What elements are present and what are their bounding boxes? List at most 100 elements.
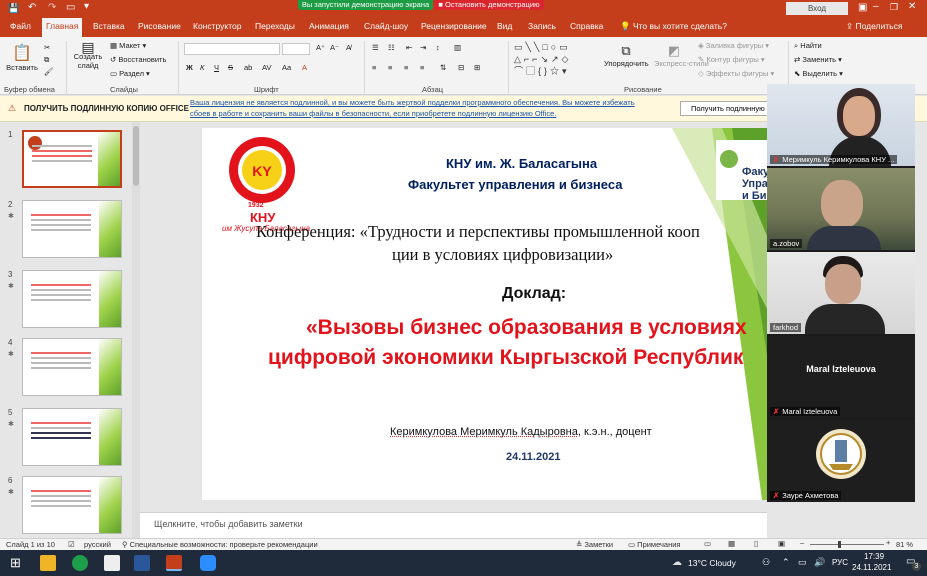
zoom-in-icon[interactable]: +	[886, 538, 890, 547]
login-button[interactable]: Вход	[786, 2, 848, 15]
tab-slideshow[interactable]: Слайд-шоу	[364, 21, 408, 31]
replace-button[interactable]: ⇄ Заменить ▾	[794, 55, 842, 64]
char-spacing-icon[interactable]: AV	[262, 63, 271, 72]
arrange-button[interactable]: ⧉ Упорядочить	[604, 43, 649, 68]
windows-start-icon[interactable]: ⊞	[10, 555, 21, 571]
sorter-view-icon[interactable]: ▦	[728, 539, 735, 548]
undo-icon[interactable]: ↶	[28, 2, 36, 13]
columns-icon[interactable]: ▥	[454, 43, 461, 52]
current-slide[interactable]: Факу Упра и Би KY 1932 КНУ им Жусупа Балас…	[202, 128, 772, 500]
justify-icon[interactable]: ≡	[420, 63, 424, 72]
file-explorer-icon[interactable]	[40, 555, 56, 571]
powerpoint-icon[interactable]	[166, 555, 182, 571]
shape-fill-button[interactable]: ◈ Заливка фигуры ▾	[698, 41, 769, 50]
present-icon[interactable]: ▭	[66, 2, 75, 13]
bullets-icon[interactable]: ☰	[372, 43, 379, 52]
ribbon-display-icon[interactable]: ▣	[858, 2, 867, 13]
clock-date[interactable]: 24.11.2021	[852, 563, 891, 572]
network-icon[interactable]: ▭	[798, 557, 807, 568]
slide-thumbnail-2[interactable]	[22, 200, 122, 258]
tab-insert[interactable]: Вставка	[93, 21, 125, 31]
slide-thumbnail-4[interactable]	[22, 338, 122, 396]
comments-toggle[interactable]: ▭ Примечания	[628, 540, 680, 549]
text-direction-icon[interactable]: ⇅	[440, 63, 446, 72]
section-button[interactable]: ▭ Раздел ▾	[110, 69, 150, 78]
weather-widget[interactable]: 13°C Cloudy	[688, 558, 736, 568]
tab-animations[interactable]: Анимация	[309, 21, 349, 31]
zoom-slider[interactable]	[810, 541, 884, 548]
paste-button[interactable]: 📋 Вставить	[6, 43, 38, 72]
license-link[interactable]: Ваша лицензия не является подлинной, и в…	[190, 98, 635, 107]
tab-help[interactable]: Справка	[570, 21, 603, 31]
minimize-icon[interactable]: –	[873, 1, 879, 12]
chrome-icon[interactable]	[72, 555, 88, 571]
slide-thumbnail-6[interactable]	[22, 476, 122, 534]
slide-thumbnail-1[interactable]	[22, 130, 122, 188]
font-size-select[interactable]	[282, 43, 310, 55]
restore-icon[interactable]: ❐	[890, 2, 898, 13]
font-color-icon[interactable]: A	[302, 63, 307, 72]
copy-icon[interactable]: ⧉	[44, 55, 49, 65]
tab-file[interactable]: Файл	[10, 21, 31, 31]
tab-draw[interactable]: Рисование	[138, 21, 181, 31]
align-center-icon[interactable]: ≡	[388, 63, 392, 72]
cut-icon[interactable]: ✂	[44, 43, 50, 52]
tray-chevron-icon[interactable]: ⌃	[782, 557, 790, 568]
tell-me-box[interactable]: 💡 Что вы хотите сделать?	[620, 21, 727, 32]
strike-button[interactable]: S	[228, 63, 233, 72]
customize-quick-access-icon[interactable]: ▾	[84, 1, 89, 12]
tab-transitions[interactable]: Переходы	[255, 21, 295, 31]
numbering-icon[interactable]: ☷	[388, 43, 395, 52]
quick-styles-button[interactable]: ◩ Экспресс-стили	[654, 43, 709, 68]
notes-pane[interactable]: Щелкните, чтобы добавить заметки	[140, 512, 767, 538]
scrollbar-thumb[interactable]	[133, 126, 139, 186]
participant-video-1[interactable]: ✗ Меримкуль Керимкулова КНУ ...	[767, 84, 915, 166]
get-genuine-button[interactable]: Получить подлинную	[680, 101, 768, 116]
decrease-indent-icon[interactable]: ⇤	[406, 43, 412, 52]
participant-video-4[interactable]: Maral Izteleuova ✗ Maral Izteleuova	[767, 336, 915, 418]
volume-icon[interactable]: 🔊	[814, 557, 825, 568]
slide-thumbnail-5[interactable]	[22, 408, 122, 466]
language-status[interactable]: русский	[84, 540, 111, 549]
normal-view-icon[interactable]: ▭	[704, 539, 711, 548]
clock-time[interactable]: 17:39	[864, 552, 884, 561]
stop-share-button[interactable]: ■ Остановить демонстрацию	[434, 0, 544, 10]
app-icon[interactable]	[104, 555, 120, 571]
align-right-icon[interactable]: ≡	[404, 63, 408, 72]
save-icon[interactable]: 💾	[8, 3, 19, 14]
people-icon[interactable]: ⚇	[762, 557, 770, 568]
slide-thumbnail-3[interactable]	[22, 270, 122, 328]
thumbnail-scrollbar[interactable]	[132, 122, 140, 538]
find-button[interactable]: ⌕ Найти	[794, 41, 822, 51]
tab-home[interactable]: Главная	[42, 18, 83, 37]
format-painter-icon[interactable]: 🖌	[44, 67, 54, 76]
smartart-icon[interactable]: ⊞	[474, 63, 480, 72]
close-icon[interactable]: ✕	[908, 1, 916, 12]
shape-effects-button[interactable]: ◇ Эффекты фигуры ▾	[698, 69, 774, 78]
zoom-slider-thumb[interactable]	[838, 541, 841, 548]
align-text-icon[interactable]: ⊟	[458, 63, 464, 72]
underline-button[interactable]: Ч	[214, 63, 219, 72]
select-button[interactable]: ⬉ Выделить ▾	[794, 69, 843, 78]
spellcheck-icon[interactable]: ☑	[68, 540, 75, 549]
notes-placeholder[interactable]: Щелкните, чтобы добавить заметки	[154, 519, 303, 529]
tab-view[interactable]: Вид	[497, 21, 512, 31]
layout-button[interactable]: ▦ Макет ▾	[110, 41, 146, 50]
zoom-icon[interactable]	[200, 555, 216, 571]
share-button[interactable]: ⇪ Поделиться	[846, 21, 902, 32]
participant-video-2[interactable]: a.zobov	[767, 168, 915, 250]
participant-video-5[interactable]: ✗ Зауре Ахметова	[767, 420, 915, 502]
notes-toggle[interactable]: ≜ Заметки	[576, 540, 613, 549]
increase-indent-icon[interactable]: ⇥	[420, 43, 426, 52]
reset-button[interactable]: ↺ Восстановить	[110, 55, 166, 64]
slideshow-view-icon[interactable]: ▣	[778, 539, 785, 548]
zoom-level[interactable]: 81 %	[896, 540, 913, 549]
shape-outline-button[interactable]: ✎ Контур фигуры ▾	[698, 55, 765, 64]
redo-icon[interactable]: ↷	[48, 2, 56, 13]
accessibility-status[interactable]: ⚲ Специальные возможности: проверьте рек…	[122, 540, 318, 549]
shapes-gallery[interactable]: ▭╲╲□○▭ △⌐⌐↘↗◇ ⌒▢{}☆▾	[514, 41, 594, 81]
language-indicator[interactable]: РУС	[832, 558, 848, 567]
shrink-font-icon[interactable]: A⁻	[330, 43, 339, 52]
tab-record[interactable]: Запись	[528, 21, 556, 31]
change-case-icon[interactable]: Aa	[282, 63, 291, 72]
